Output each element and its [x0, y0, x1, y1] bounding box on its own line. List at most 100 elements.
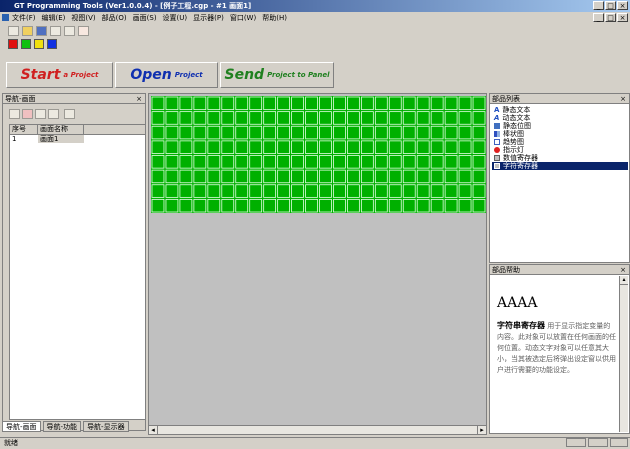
grid-cell[interactable]: [402, 111, 416, 125]
grid-cell[interactable]: [402, 140, 416, 154]
grid-cell[interactable]: [235, 169, 249, 184]
tab-nav-screen[interactable]: 导航-画面: [2, 421, 41, 432]
grid-cell[interactable]: [179, 96, 193, 111]
grid-cell[interactable]: [221, 96, 235, 111]
menu-window[interactable]: 窗口(W): [230, 13, 256, 23]
grid-cell[interactable]: [347, 140, 360, 154]
grid-cell[interactable]: [347, 155, 360, 169]
tab-nav-function[interactable]: 导航-功能: [42, 421, 82, 432]
grid-cell[interactable]: [221, 169, 235, 184]
grid-cell[interactable]: [249, 155, 263, 169]
grid-cell[interactable]: [388, 96, 402, 111]
part-dynamic-text[interactable]: A 动态文本: [492, 114, 628, 122]
grid-cell[interactable]: [263, 184, 277, 198]
blue-color-button[interactable]: [47, 39, 57, 49]
grid-cell[interactable]: [207, 198, 221, 213]
table-row[interactable]: 1 画面1: [10, 135, 145, 143]
grid-cell[interactable]: [444, 184, 458, 198]
green-color-button[interactable]: [21, 39, 31, 49]
grid-cell[interactable]: [319, 140, 332, 154]
grid-cell[interactable]: [444, 125, 458, 140]
grid-cell[interactable]: [374, 140, 388, 154]
grid-cell[interactable]: [221, 155, 235, 169]
part-static-bitmap[interactable]: 静态位图: [492, 122, 628, 130]
scroll-up-icon[interactable]: ▴: [620, 276, 628, 285]
grid-cell[interactable]: [263, 198, 277, 213]
doc-minimize-button[interactable]: _: [593, 13, 604, 22]
column-screen-name[interactable]: 画面名称: [38, 125, 84, 134]
grid-cell[interactable]: [472, 155, 486, 169]
grid-cell[interactable]: [458, 111, 472, 125]
grid-cell[interactable]: [333, 96, 346, 111]
save-icon[interactable]: [36, 26, 47, 36]
grid-cell[interactable]: [374, 96, 388, 111]
grid-cell[interactable]: [151, 125, 165, 140]
grid-cell[interactable]: [249, 184, 263, 198]
new-file-icon[interactable]: [8, 26, 19, 36]
grid-cell[interactable]: [193, 169, 207, 184]
tab-nav-display[interactable]: 导航-显示器: [83, 421, 129, 432]
scroll-left-icon[interactable]: ◂: [149, 426, 158, 434]
grid-cell[interactable]: [291, 169, 304, 184]
grid-cell[interactable]: [151, 198, 165, 213]
grid-cell[interactable]: [207, 125, 221, 140]
grid-cell[interactable]: [374, 198, 388, 213]
grid-cell[interactable]: [430, 125, 444, 140]
grid-cell[interactable]: [277, 125, 290, 140]
grid-cell[interactable]: [291, 125, 304, 140]
grid-cell[interactable]: [319, 125, 332, 140]
grid-cell[interactable]: [235, 184, 249, 198]
grid-cell[interactable]: [347, 125, 360, 140]
grid-cell[interactable]: [333, 155, 346, 169]
grid-cell[interactable]: [472, 111, 486, 125]
grid-cell[interactable]: [458, 184, 472, 198]
grid-cell[interactable]: [388, 169, 402, 184]
grid-cell[interactable]: [319, 96, 332, 111]
add-screen-icon[interactable]: [9, 109, 20, 119]
grid-cell[interactable]: [165, 198, 179, 213]
close-button[interactable]: ×: [617, 1, 628, 10]
grid-cell[interactable]: [165, 140, 179, 154]
grid-cell[interactable]: [416, 140, 430, 154]
grid-cell[interactable]: [235, 111, 249, 125]
grid-cell[interactable]: [430, 184, 444, 198]
grid-cell[interactable]: [277, 111, 290, 125]
grid-cell[interactable]: [402, 198, 416, 213]
grid-cell[interactable]: [207, 169, 221, 184]
grid-cell[interactable]: [333, 184, 346, 198]
grid-cell[interactable]: [179, 111, 193, 125]
grid-cell[interactable]: [333, 198, 346, 213]
grid-cell[interactable]: [193, 125, 207, 140]
grid-cell[interactable]: [235, 125, 249, 140]
grid-cell[interactable]: [472, 198, 486, 213]
grid-cell[interactable]: [360, 111, 374, 125]
send-project-button[interactable]: Send Project to Panel: [220, 62, 334, 88]
grid-cell[interactable]: [374, 111, 388, 125]
grid-cell[interactable]: [263, 155, 277, 169]
grid-cell[interactable]: [305, 198, 318, 213]
grid-cell[interactable]: [235, 140, 249, 154]
grid-cell[interactable]: [374, 169, 388, 184]
grid-cell[interactable]: [402, 184, 416, 198]
grid-cell[interactable]: [193, 140, 207, 154]
grid-cell[interactable]: [249, 125, 263, 140]
grid-cell[interactable]: [193, 184, 207, 198]
open-project-button[interactable]: Open Project: [114, 62, 218, 88]
grid-cell[interactable]: [193, 96, 207, 111]
grid-cell[interactable]: [388, 125, 402, 140]
grid-cell[interactable]: [347, 169, 360, 184]
menu-view[interactable]: 视图(V): [71, 13, 95, 23]
part-trend-graph[interactable]: 趋势图: [492, 138, 628, 146]
grid-cell[interactable]: [151, 155, 165, 169]
grid-cell[interactable]: [165, 111, 179, 125]
grid-cell[interactable]: [444, 169, 458, 184]
help-close-icon[interactable]: ×: [620, 265, 626, 275]
grid-cell[interactable]: [360, 184, 374, 198]
grid-cell[interactable]: [333, 125, 346, 140]
design-canvas[interactable]: [148, 93, 487, 434]
red-color-button[interactable]: [8, 39, 18, 49]
grid-cell[interactable]: [291, 111, 304, 125]
grid-cell[interactable]: [430, 96, 444, 111]
grid-cell[interactable]: [458, 155, 472, 169]
scroll-right-icon[interactable]: ▸: [477, 426, 486, 434]
